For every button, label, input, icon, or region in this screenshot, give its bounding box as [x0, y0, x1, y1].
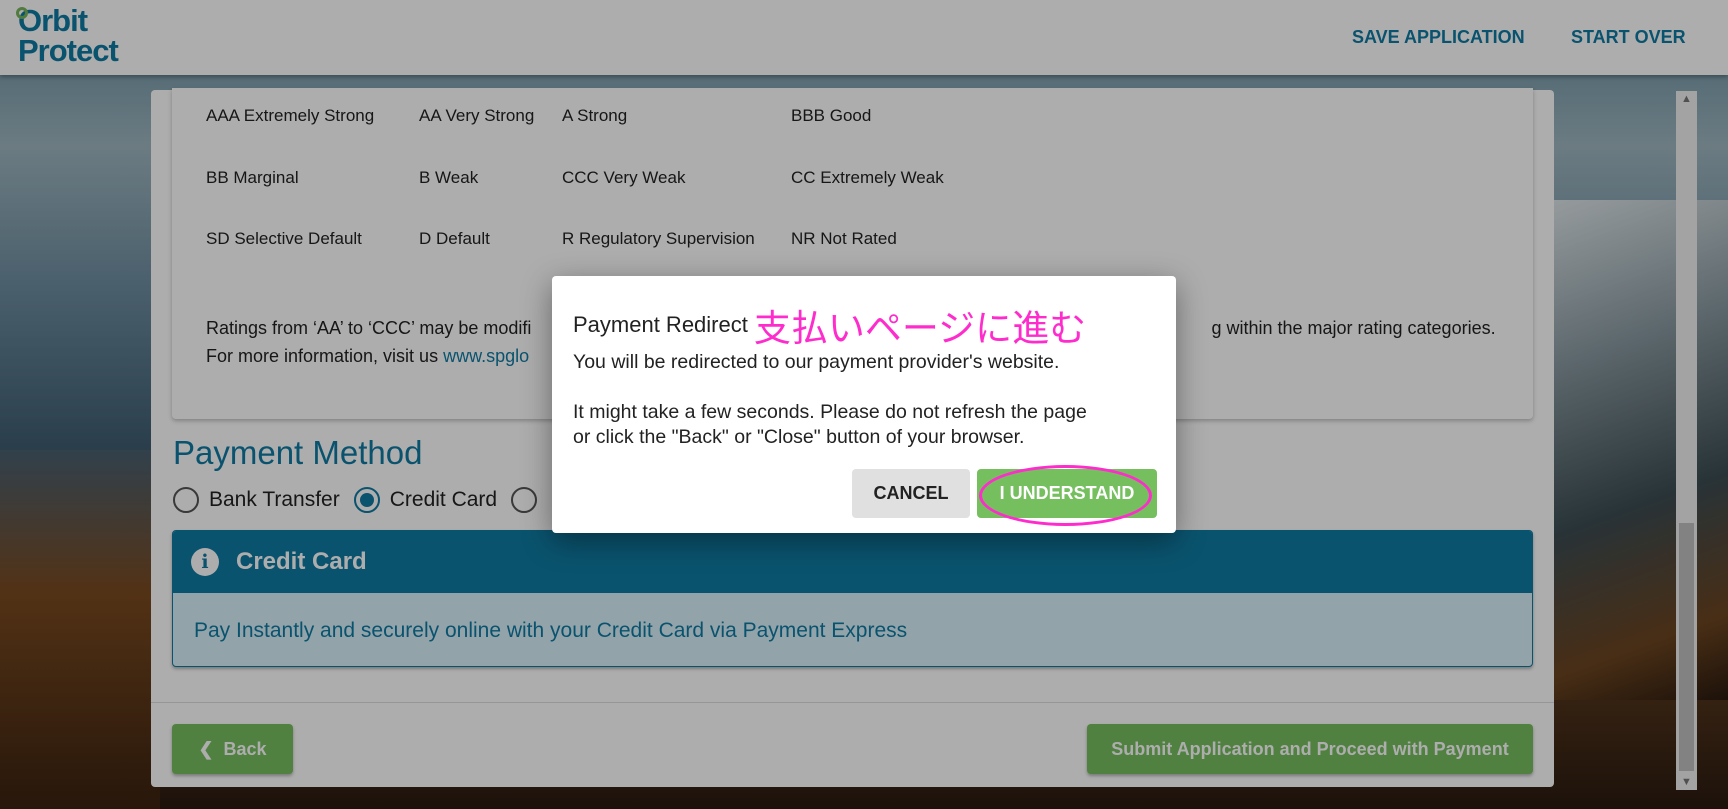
payment-redirect-dialog: Payment Redirect 支払いページに進む You will be re…	[552, 276, 1176, 533]
dialog-title: Payment Redirect	[573, 312, 748, 337]
dialog-message: You will be redirected to our payment pr…	[573, 351, 1060, 373]
annotation-ellipse	[979, 465, 1152, 526]
cancel-button[interactable]: CANCEL	[852, 469, 970, 518]
dialog-warning: It might take a few seconds. Please do n…	[573, 401, 1087, 448]
annotation-text: 支払いページに進む	[753, 308, 1087, 349]
